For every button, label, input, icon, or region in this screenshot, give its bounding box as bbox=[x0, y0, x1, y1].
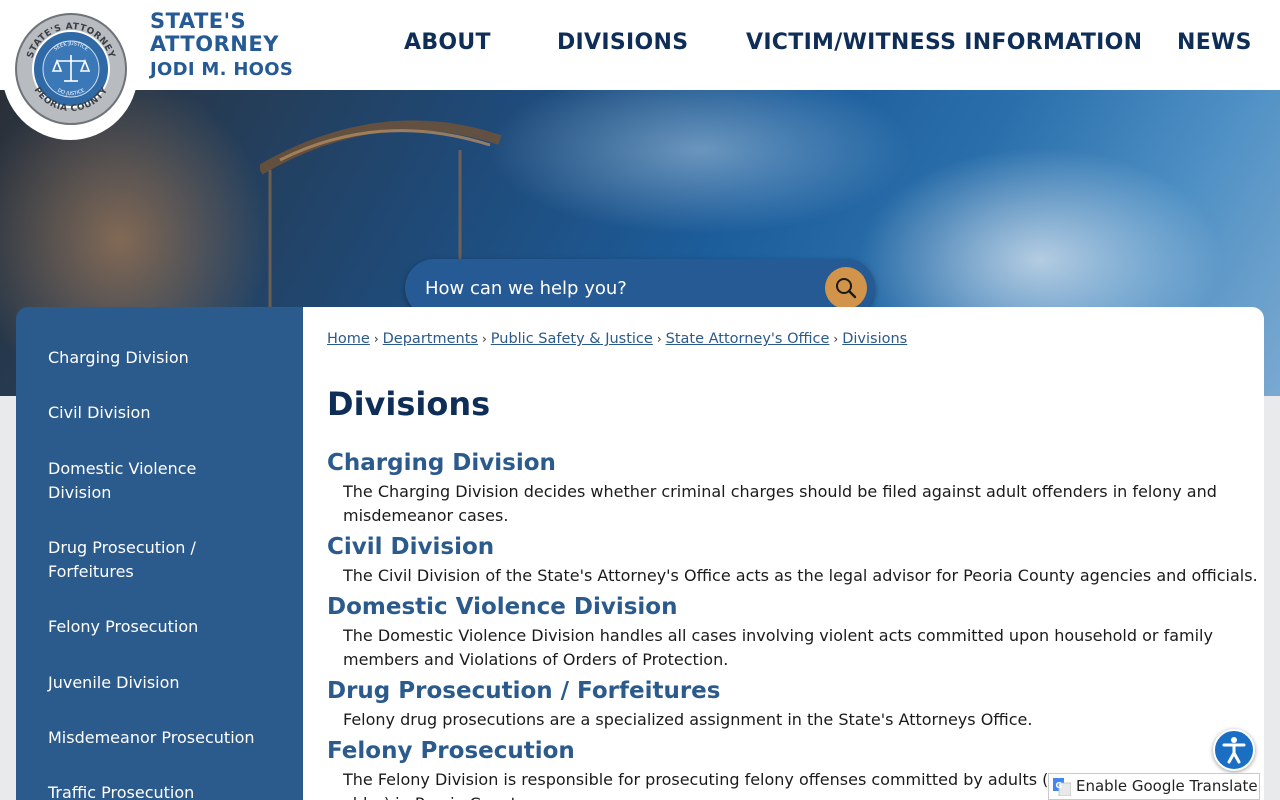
svg-text:G: G bbox=[1056, 781, 1063, 790]
division-link-drug-prosecution[interactable]: Drug Prosecution / Forfeitures bbox=[327, 678, 720, 704]
breadcrumb-state-attorneys-office[interactable]: State Attorney's Office bbox=[666, 331, 830, 347]
nav-victim-witness-information[interactable]: VICTIM/WITNESS INFORMATION bbox=[746, 30, 1142, 55]
division-desc-domestic-violence: The Domestic Violence Division handles a… bbox=[343, 626, 1213, 669]
division-desc-civil: The Civil Division of the State's Attorn… bbox=[343, 566, 1258, 585]
division-link-felony-prosecution[interactable]: Felony Prosecution bbox=[327, 738, 575, 764]
sidebar-item-misdemeanor-prosecution[interactable]: Misdemeanor Prosecution bbox=[48, 726, 288, 750]
brand-name: JODI M. HOOS bbox=[150, 59, 294, 80]
breadcrumb-divisions[interactable]: Divisions bbox=[842, 331, 907, 347]
breadcrumb-separator: › bbox=[656, 332, 662, 346]
breadcrumb-departments[interactable]: Departments bbox=[383, 331, 478, 347]
google-translate-button[interactable]: G Enable Google Translate bbox=[1048, 773, 1260, 800]
breadcrumb-home[interactable]: Home bbox=[327, 331, 370, 347]
division-desc-drug-prosecution: Felony drug prosecutions are a specializ… bbox=[343, 710, 1033, 729]
nav-about[interactable]: ABOUT bbox=[404, 30, 491, 55]
sidebar-item-traffic-prosecution[interactable]: Traffic Prosecution bbox=[48, 781, 268, 800]
page-title: Divisions bbox=[327, 385, 491, 423]
google-translate-icon: G bbox=[1053, 778, 1071, 796]
main-content: Home › Departments › Public Safety & Justice… bbox=[303, 307, 1264, 800]
accessibility-button[interactable] bbox=[1213, 729, 1255, 771]
site-brand[interactable]: STATE'S ATTORNEY JODI M. HOOS bbox=[150, 10, 293, 82]
brand-line-1: STATE'S bbox=[150, 9, 247, 33]
division-desc-charging: The Charging Division decides whether cr… bbox=[343, 482, 1217, 525]
division-link-civil[interactable]: Civil Division bbox=[327, 534, 494, 560]
search-button[interactable] bbox=[825, 267, 867, 309]
sidebar-item-civil-division[interactable]: Civil Division bbox=[48, 401, 268, 425]
nav-divisions[interactable]: DIVISIONS bbox=[557, 30, 688, 55]
search-icon bbox=[836, 278, 857, 299]
division-link-domestic-violence[interactable]: Domestic Violence Division bbox=[327, 594, 677, 620]
sidebar-item-charging-division[interactable]: Charging Division bbox=[48, 346, 268, 370]
county-seal-logo: STATE'S ATTORNEY PEORIA COUNTY SEEK JUST… bbox=[15, 13, 127, 125]
breadcrumb-separator: › bbox=[373, 332, 379, 346]
search-input[interactable] bbox=[425, 273, 815, 303]
sidebar-nav: Charging Division Civil Division Domesti… bbox=[16, 307, 304, 800]
logo-container[interactable]: STATE'S ATTORNEY PEORIA COUNTY SEEK JUST… bbox=[2, 0, 138, 140]
breadcrumb-separator: › bbox=[481, 332, 487, 346]
breadcrumb-public-safety-justice[interactable]: Public Safety & Justice bbox=[491, 331, 653, 347]
sidebar-item-felony-prosecution[interactable]: Felony Prosecution bbox=[48, 615, 268, 639]
site-header: STATE'S ATTORNEY JODI M. HOOS ABOUT DIVI… bbox=[0, 0, 1280, 90]
brand-line-2: ATTORNEY bbox=[150, 32, 279, 56]
nav-news[interactable]: NEWS bbox=[1177, 30, 1252, 55]
breadcrumb: Home › Departments › Public Safety & Justice… bbox=[327, 331, 907, 347]
division-link-charging[interactable]: Charging Division bbox=[327, 450, 556, 476]
translate-label: Enable Google Translate bbox=[1076, 777, 1258, 795]
sidebar-item-drug-prosecution-forfeitures[interactable]: Drug Prosecution / Forfeitures bbox=[48, 536, 228, 584]
accessibility-icon bbox=[1222, 737, 1246, 764]
breadcrumb-separator: › bbox=[833, 332, 839, 346]
sidebar-item-domestic-violence-division[interactable]: Domestic Violence Division bbox=[48, 457, 228, 505]
sidebar-item-juvenile-division[interactable]: Juvenile Division bbox=[48, 671, 268, 695]
